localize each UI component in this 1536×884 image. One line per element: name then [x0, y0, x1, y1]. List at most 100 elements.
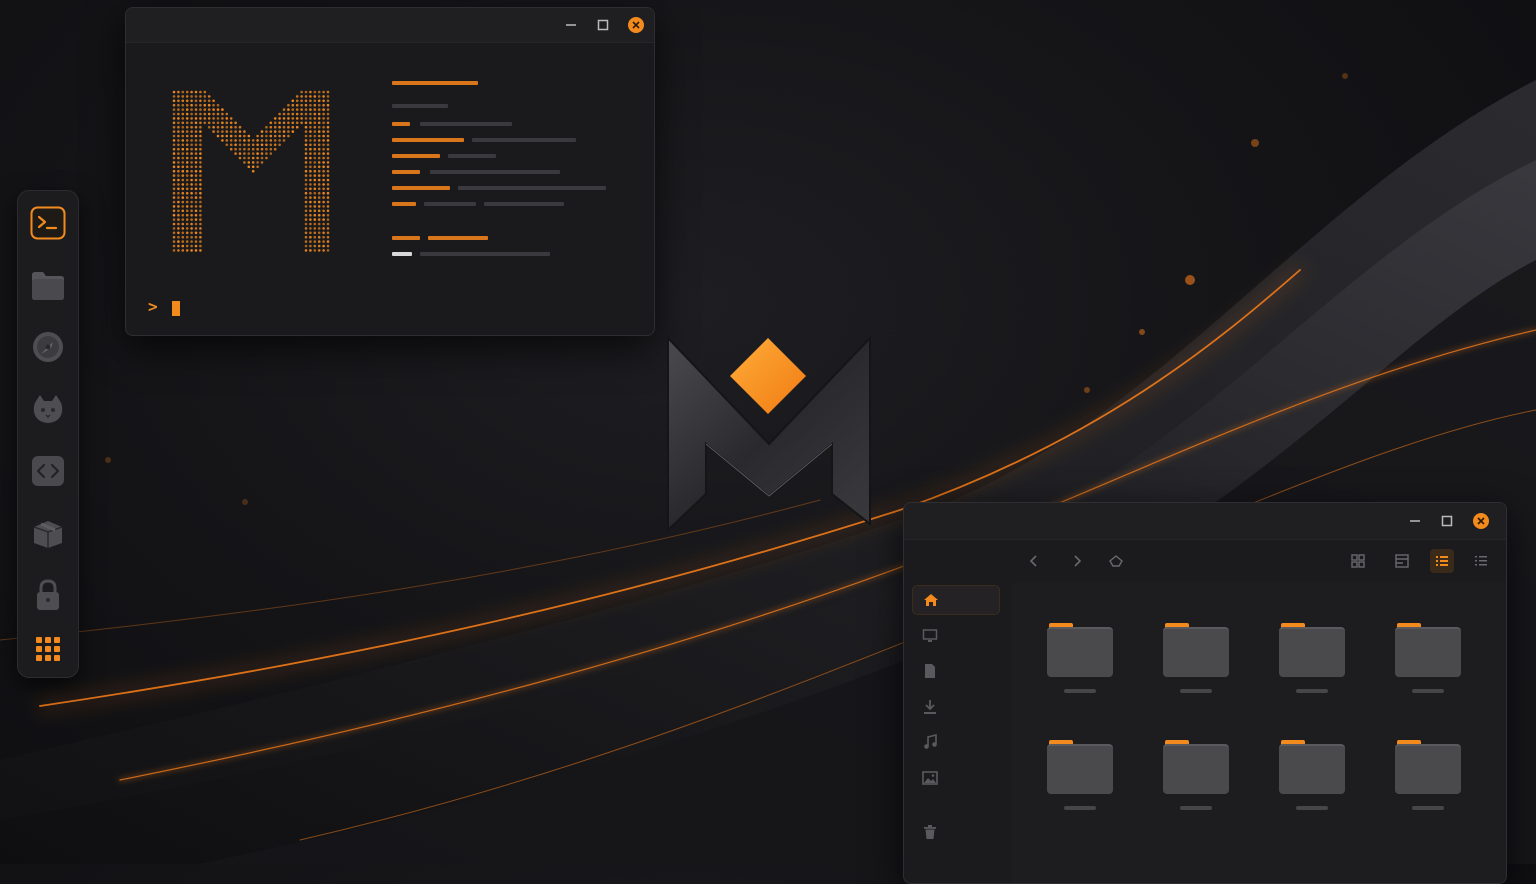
folder-item[interactable]	[1279, 623, 1347, 703]
dock-item-code-editor[interactable]	[28, 451, 68, 491]
folder-item[interactable]	[1047, 740, 1115, 820]
logo-dot	[173, 210, 176, 213]
logo-dot	[274, 126, 277, 129]
logo-dot	[208, 117, 211, 120]
logo-dot	[186, 91, 189, 94]
logo-dot	[278, 130, 281, 133]
logo-dot	[186, 108, 189, 111]
logo-dot	[318, 170, 321, 173]
sidebar-item-downloads[interactable]	[912, 692, 1000, 722]
logo-dot	[256, 144, 259, 147]
sidebar-item-desktop[interactable]	[912, 621, 1000, 651]
folder-item[interactable]	[1279, 740, 1347, 820]
logo-dot	[195, 161, 198, 164]
minimize-button[interactable]	[1407, 513, 1423, 529]
logo-dot	[270, 152, 273, 155]
sidebar-item-documents[interactable]	[912, 656, 1000, 686]
logo-dot	[173, 218, 176, 221]
close-button[interactable]	[628, 17, 644, 33]
folder-item[interactable]	[1163, 740, 1231, 820]
logo-dot	[173, 179, 176, 182]
dock-item-terminal[interactable]	[28, 203, 68, 243]
logo-dot	[190, 218, 193, 221]
dock-item-lock[interactable]	[28, 575, 68, 615]
forward-button[interactable]	[1065, 549, 1089, 573]
folder-item[interactable]	[1395, 623, 1463, 703]
logo-dot	[314, 240, 317, 243]
logo-dot	[322, 135, 325, 138]
logo-dot	[173, 192, 176, 195]
logo-dot	[177, 157, 180, 160]
logo-dot	[314, 166, 317, 169]
logo-dot	[318, 166, 321, 169]
logo-dot	[195, 223, 198, 226]
minimize-button[interactable]	[563, 17, 579, 33]
logo-dot	[322, 170, 325, 173]
logo-dot	[204, 100, 207, 103]
logo-dot	[221, 126, 224, 129]
logo-dot	[327, 104, 330, 107]
logo-dot	[199, 117, 202, 120]
back-button[interactable]	[1022, 549, 1046, 573]
logo-dot	[252, 139, 255, 142]
sidebar-item-home[interactable]	[912, 585, 1000, 615]
logo-dot	[177, 249, 180, 252]
logo-dot	[278, 144, 281, 147]
folder-icon	[1279, 744, 1345, 794]
dock-item-files[interactable]	[28, 265, 68, 305]
logo-dot	[261, 130, 264, 133]
home-outline-icon	[1108, 554, 1124, 568]
logo-dot	[261, 148, 264, 151]
logo-dot	[195, 240, 198, 243]
logo-dot	[305, 122, 308, 125]
compact-view-button[interactable]	[1390, 549, 1414, 573]
logo-dot	[212, 126, 215, 129]
sidebar-item-pictures[interactable]	[912, 763, 1000, 793]
logo-dot	[309, 104, 312, 107]
terminal-titlebar[interactable]	[126, 8, 654, 43]
logo-dot	[234, 130, 237, 133]
logo-dot	[186, 95, 189, 98]
folder-item[interactable]	[1163, 623, 1231, 703]
logo-dot	[252, 157, 255, 160]
sidebar-item-music[interactable]	[912, 727, 1000, 757]
list-view-button[interactable]	[1430, 549, 1454, 573]
file-manager-titlebar[interactable]	[904, 503, 1506, 540]
sidebar-item-trash[interactable]	[912, 817, 1000, 847]
file-manager-window[interactable]	[903, 502, 1507, 884]
logo-dot	[195, 144, 198, 147]
logo-dot	[173, 205, 176, 208]
logo-dot	[252, 152, 255, 155]
logo-dot	[292, 100, 295, 103]
logo-dot	[287, 113, 290, 116]
maximize-icon	[1441, 515, 1453, 527]
logo-dot	[226, 126, 229, 129]
logo-dot	[305, 91, 308, 94]
dock-item-package[interactable]	[28, 513, 68, 553]
logo-dot	[318, 174, 321, 177]
folder-item[interactable]	[1047, 623, 1115, 703]
logo-dot	[314, 174, 317, 177]
logo-dot	[177, 91, 180, 94]
folder-item[interactable]	[1395, 740, 1463, 820]
terminal-window[interactable]: >	[125, 7, 655, 336]
logo-dot	[199, 126, 202, 129]
logo-dot	[300, 117, 303, 120]
maximize-button[interactable]	[595, 17, 611, 33]
close-button[interactable]	[1473, 513, 1489, 529]
maximize-button[interactable]	[1439, 513, 1455, 529]
logo-dot	[248, 135, 251, 138]
dock-item-browser[interactable]	[28, 327, 68, 367]
logo-dot	[278, 113, 281, 116]
logo-dot	[318, 95, 321, 98]
logo-dot	[230, 139, 233, 142]
dock-item-cat[interactable]	[28, 389, 68, 429]
text-cursor[interactable]	[172, 301, 180, 316]
home-nav-button[interactable]	[1104, 549, 1128, 573]
details-view-button[interactable]	[1469, 549, 1493, 573]
dock-item-app-grid[interactable]	[28, 629, 68, 669]
logo-dot	[182, 232, 185, 235]
logo-dot	[283, 122, 286, 125]
grid-view-button[interactable]	[1346, 549, 1370, 573]
logo-dot	[190, 183, 193, 186]
